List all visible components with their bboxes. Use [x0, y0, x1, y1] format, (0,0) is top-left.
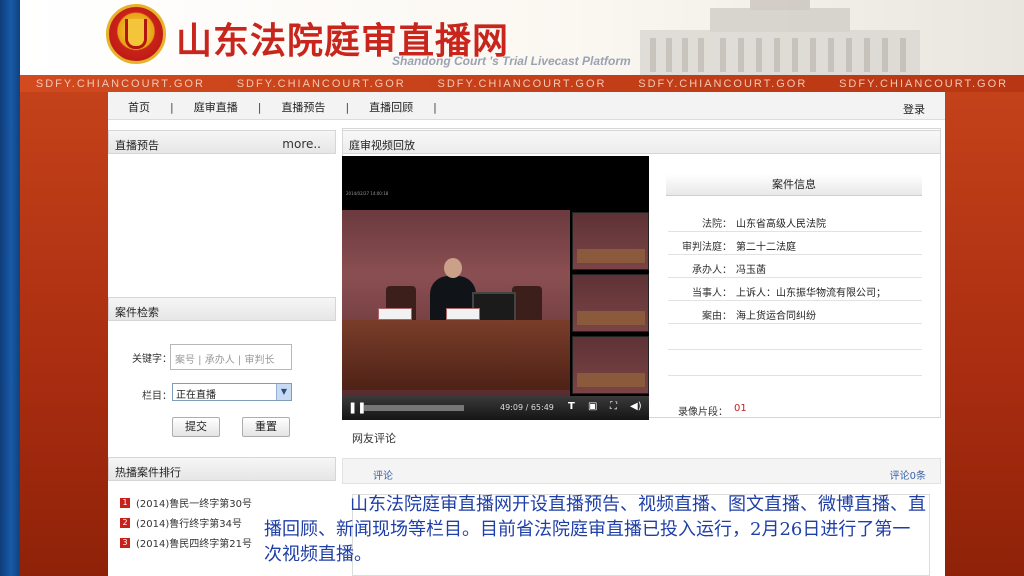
column-select[interactable]: 正在直播 ▼: [172, 383, 292, 401]
column-select-value: 正在直播: [176, 390, 216, 401]
courthouse-building-icon: [640, 0, 920, 75]
case-info-key: 当事人：: [692, 288, 732, 299]
live-preview-header: 直播预告 more..: [108, 130, 336, 154]
comments-label[interactable]: 评论: [373, 467, 393, 482]
case-info-key: 案由：: [702, 311, 732, 322]
case-search-header: 案件检索: [108, 297, 336, 321]
video-inset: [572, 274, 649, 332]
video-panel-header: 庭审视频回放: [342, 130, 941, 154]
court-emblem-icon: [106, 4, 166, 64]
nav-separator: |: [257, 100, 262, 114]
case-info-row: 法院： 山东省高级人民法院: [668, 210, 922, 232]
case-info-value: 冯玉菡: [736, 265, 766, 276]
video-inset: [572, 212, 649, 270]
video-player[interactable]: 2014/02/27 14:00:18 ❚❚ 49:09 / 65:49 T ▣…: [342, 156, 649, 420]
column-label: 栏目：: [142, 391, 172, 402]
comments-count[interactable]: 评论0条: [890, 467, 926, 482]
progress-bar[interactable]: [364, 405, 464, 411]
site-header: 山东法院庭审直播网 Shandong Court 's Trial Liveca…: [20, 0, 1024, 75]
nav-separator: |: [433, 100, 437, 114]
reset-button[interactable]: 重置: [242, 417, 290, 437]
case-search-title: 案件检索: [115, 306, 159, 319]
nav-separator: |: [345, 100, 350, 114]
domain-text: SDFY.CHIANCOURT.GOR: [839, 77, 1009, 90]
playback-time: 49:09 / 65:49: [500, 403, 554, 412]
rank-badge: 1: [120, 497, 130, 508]
case-info-row: [668, 354, 922, 376]
domain-text: SDFY.CHIANCOURT.GOR: [35, 77, 205, 90]
hot-case-item[interactable]: 2 (2014)鲁行终字第34号: [120, 515, 242, 530]
login-link[interactable]: 登录: [903, 101, 925, 117]
case-info-row: 承办人： 冯玉菡: [668, 256, 922, 278]
segment-label: 录像片段：: [678, 407, 728, 418]
case-info-row: [668, 328, 922, 350]
submit-button[interactable]: 提交: [172, 417, 220, 437]
keyword-label: 关键字：: [132, 354, 172, 365]
domain-text: SDFY.CHIANCOURT.GOR: [638, 77, 808, 90]
segment-link[interactable]: 01: [734, 403, 747, 414]
chevron-down-icon[interactable]: ▼: [276, 384, 291, 400]
hot-case-item[interactable]: 1 (2014)鲁民一终字第30号: [120, 495, 252, 510]
page-background-left: [20, 92, 108, 576]
case-info-row: 案由： 海上货运合同纠纷: [668, 302, 922, 324]
hot-case-link[interactable]: (2014)鲁行终字第34号: [136, 515, 242, 530]
rank-badge: 3: [120, 537, 130, 548]
video-inset: [572, 336, 649, 394]
site-subtitle: Shandong Court 's Trial Livecast Platfor…: [392, 54, 631, 68]
comments-title: 网友评论: [352, 432, 396, 445]
hot-case-link[interactable]: (2014)鲁民一终字第30号: [136, 495, 252, 510]
more-link[interactable]: more..: [282, 137, 321, 151]
slide-caption: 山东法院庭审直播网开设直播预告、视频直播、图文直播、微博直播、直播回顾、新闻现场…: [264, 494, 926, 565]
nav-item-home[interactable]: 首页: [128, 99, 150, 115]
courtroom-scene: [342, 210, 570, 396]
fullscreen-icon[interactable]: ⛶: [610, 401, 617, 412]
case-info-key: 承办人：: [692, 265, 732, 276]
case-info-row: 审判法庭： 第二十二法庭: [668, 233, 922, 255]
rank-badge: 2: [120, 517, 130, 528]
page-background-right: [945, 92, 1024, 576]
nav-separator: |: [170, 100, 174, 114]
video-panel-title: 庭审视频回放: [349, 139, 415, 152]
case-info-row: 当事人： 上诉人：山东振华物流有限公司；: [668, 279, 922, 301]
case-info-value: 山东省高级人民法院: [736, 219, 826, 230]
volume-icon[interactable]: ◀): [630, 401, 642, 412]
nav-item-preview[interactable]: 直播预告: [281, 99, 325, 115]
comments-bar: 评论 评论0条: [342, 458, 941, 484]
text-icon[interactable]: T: [568, 401, 575, 412]
hot-cases-header: 热播案件排行: [108, 457, 336, 481]
hot-case-link[interactable]: (2014)鲁民四终字第21号: [136, 535, 252, 550]
case-info-key: 审判法庭：: [682, 242, 732, 253]
live-preview-title: 直播预告: [115, 139, 159, 152]
video-timestamp-overlay: 2014/02/27 14:00:18: [346, 191, 389, 196]
case-info-value: 第二十二法庭: [736, 242, 796, 253]
nav-item-review[interactable]: 直播回顾: [369, 99, 413, 115]
nav-bar: 首页 | 庭审直播 | 直播预告 | 直播回顾 | 登录: [108, 92, 945, 120]
domain-text: SDFY.CHIANCOURT.GOR: [437, 77, 607, 90]
keyword-input[interactable]: 案号 | 承办人 | 审判长: [170, 344, 292, 370]
case-info-key: 法院：: [702, 219, 732, 230]
nav-item-live[interactable]: 庭审直播: [194, 99, 238, 115]
player-controls: ❚❚ 49:09 / 65:49 T ▣ ⛶ ◀): [342, 396, 649, 420]
domain-strip: SDFY.CHIANCOURT.GOR SDFY.CHIANCOURT.GOR …: [20, 75, 1024, 92]
domain-text: SDFY.CHIANCOURT.GOR: [236, 77, 406, 90]
case-info-value: 海上货运合同纠纷: [736, 311, 816, 322]
window-icon[interactable]: ▣: [588, 401, 597, 412]
case-info-title: 案件信息: [666, 174, 922, 196]
slide-left-bar: [0, 0, 20, 576]
case-info-value: 上诉人：山东振华物流有限公司；: [736, 288, 886, 299]
hot-cases-title: 热播案件排行: [115, 466, 181, 479]
hot-case-item[interactable]: 3 (2014)鲁民四终字第21号: [120, 535, 252, 550]
